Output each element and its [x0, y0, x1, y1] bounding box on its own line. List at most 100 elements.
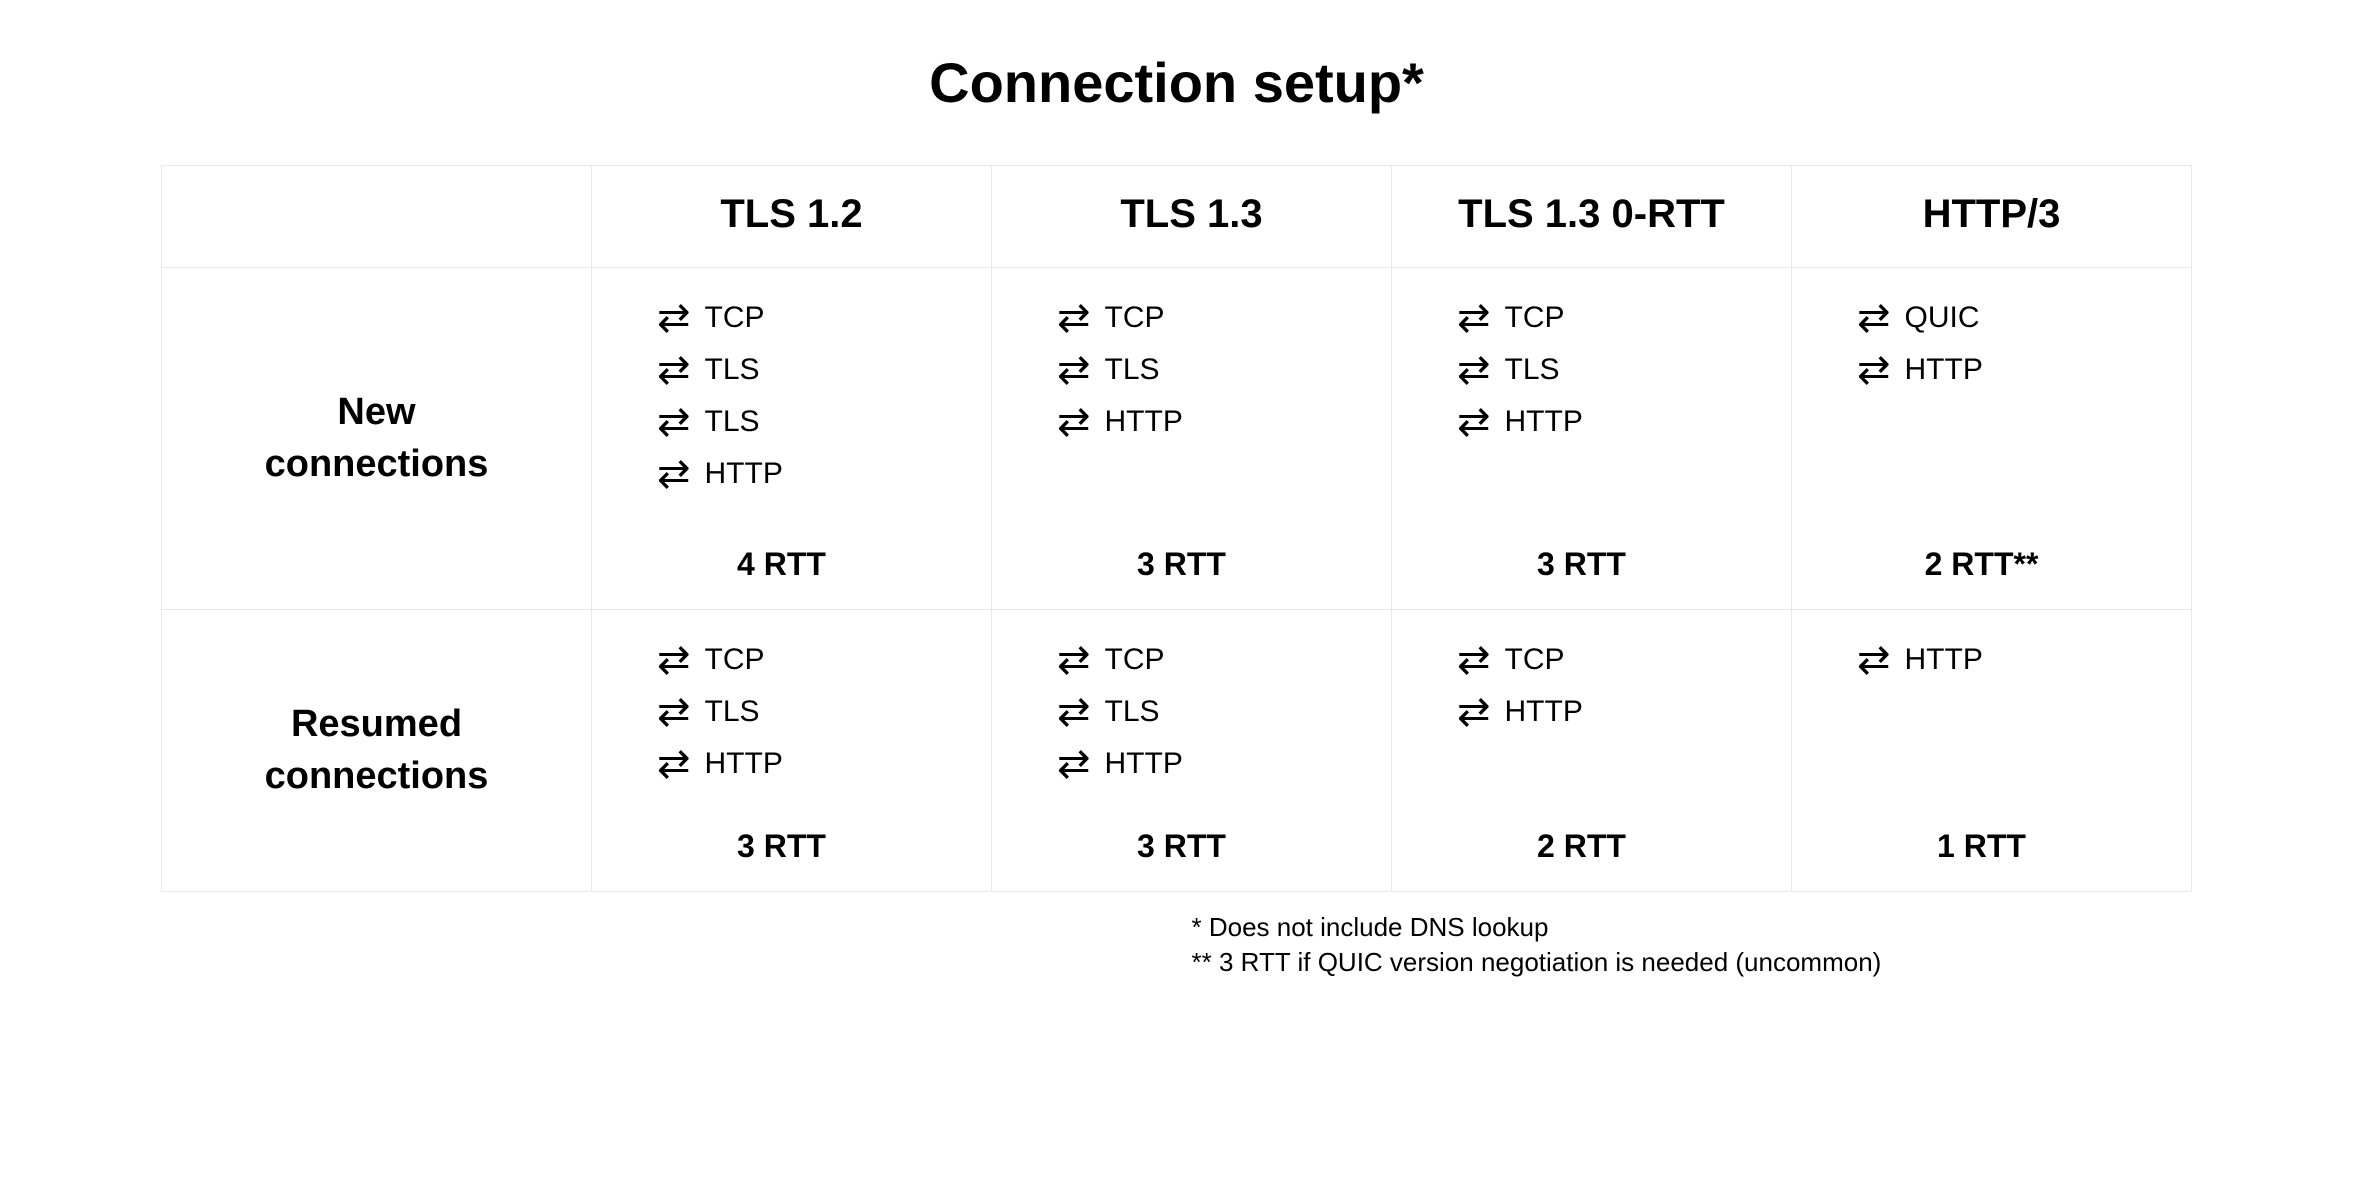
bidir-arrows-icon: ⇄	[1457, 298, 1491, 338]
header-empty	[162, 166, 592, 268]
bidir-arrows-icon: ⇄	[657, 454, 691, 494]
cell-resumed-tls13-0rtt: ⇄TCP ⇄ HTTP 2 RTT	[1392, 610, 1792, 892]
rtt-resumed-tls13: 3 RTT	[992, 828, 1371, 865]
rtt-resumed-tls12: 3 RTT	[592, 828, 971, 865]
step-label: HTTP	[1905, 643, 1983, 677]
rowheader-resumed: Resumed connections	[162, 610, 592, 892]
step: ⇄ HTTP	[657, 744, 981, 784]
bidir-arrows-icon: ⇄	[657, 298, 691, 338]
step-label: TLS	[1105, 695, 1160, 729]
step: ⇄ TCP	[1457, 298, 1781, 338]
cell-new-tls13: ⇄ TCP ⇄ TLS ⇄ HTTP 3 RTT	[992, 268, 1392, 610]
rtt-resumed-tls13-0rtt: 2 RTT	[1392, 828, 1771, 865]
step-label: HTTP	[1505, 695, 1583, 729]
row-resumed-connections: Resumed connections ⇄ TCP ⇄ TLS ⇄ HTTP 3 RT…	[162, 610, 2192, 892]
header-tls13: TLS 1.3	[992, 166, 1392, 268]
header-tls12: TLS 1.2	[592, 166, 992, 268]
step: ⇄ TLS	[1057, 350, 1381, 390]
step: ⇄ HTTP	[1457, 692, 1781, 732]
bidir-arrows-icon: ⇄	[1857, 640, 1891, 680]
bidir-arrows-icon: ⇄	[1057, 692, 1091, 732]
cell-resumed-tls13: ⇄ TCP ⇄ TLS ⇄ HTTP 3 RTT	[992, 610, 1392, 892]
bidir-arrows-icon: ⇄	[1057, 402, 1091, 442]
step-label: HTTP	[705, 457, 783, 491]
step-label: TCP	[1105, 643, 1165, 677]
step: ⇄ TCP	[1057, 298, 1381, 338]
rowheader-resumed-line2: connections	[265, 755, 489, 797]
rtt-new-tls13: 3 RTT	[992, 546, 1371, 583]
rtt-new-tls13-0rtt: 3 RTT	[1392, 546, 1771, 583]
step: ⇄ TCP	[657, 640, 981, 680]
bidir-arrows-icon: ⇄	[1457, 692, 1491, 732]
diagram-title: Connection setup*	[0, 50, 2353, 115]
step: ⇄TLS	[657, 692, 981, 732]
rowheader-new-line1: New	[337, 391, 415, 433]
footnote-1: * Does not include DNS lookup	[1192, 910, 2192, 945]
step: ⇄ HTTP	[657, 454, 981, 494]
bidir-arrows-icon: ⇄	[1057, 744, 1091, 784]
bidir-arrows-icon: ⇄	[657, 744, 691, 784]
step-label: TLS	[705, 353, 760, 387]
step-label: TLS	[705, 695, 760, 729]
diagram-container: Connection setup* TLS 1.2 TLS 1.3 TLS 1.…	[0, 0, 2353, 980]
step-label: HTTP	[1105, 747, 1183, 781]
footnote-2: ** 3 RTT if QUIC version negotiation is …	[1192, 945, 2192, 980]
step: ⇄ HTTP	[1057, 402, 1381, 442]
step-label: TCP	[705, 643, 765, 677]
rtt-new-tls12: 4 RTT	[592, 546, 971, 583]
steps-new-http3: ⇄ QUIC ⇄ HTTP	[1857, 298, 2181, 518]
step-label: TCP	[1105, 301, 1165, 335]
step-label: QUIC	[1905, 301, 1980, 335]
step-label: TCP	[705, 301, 765, 335]
cell-resumed-tls12: ⇄ TCP ⇄TLS ⇄ HTTP 3 RTT	[592, 610, 992, 892]
step: ⇄ TLS	[657, 402, 981, 442]
step: ⇄ HTTP	[1857, 640, 2181, 680]
row-new-connections: New connections ⇄ TCP ⇄ TLS ⇄ TLS ⇄ HTTP 4 R…	[162, 268, 2192, 610]
bidir-arrows-icon: ⇄	[1057, 640, 1091, 680]
cell-new-tls12: ⇄ TCP ⇄ TLS ⇄ TLS ⇄ HTTP 4 RTT	[592, 268, 992, 610]
step: ⇄ TLS	[1057, 692, 1381, 732]
bidir-arrows-icon: ⇄	[1057, 298, 1091, 338]
steps-resumed-tls12: ⇄ TCP ⇄TLS ⇄ HTTP	[657, 640, 981, 800]
step-label: HTTP	[1105, 405, 1183, 439]
rtt-resumed-http3: 1 RTT	[1792, 828, 2171, 865]
cell-new-tls13-0rtt: ⇄ TCP ⇄ TLS ⇄ HTTP 3 RTT	[1392, 268, 1792, 610]
step-label: HTTP	[1905, 353, 1983, 387]
step: ⇄ TCP	[1057, 640, 1381, 680]
bidir-arrows-icon: ⇄	[657, 350, 691, 390]
step-label: TLS	[1505, 353, 1560, 387]
step: ⇄ TLS	[1457, 350, 1781, 390]
bidir-arrows-icon: ⇄	[1857, 350, 1891, 390]
steps-resumed-tls13-0rtt: ⇄TCP ⇄ HTTP	[1457, 640, 1781, 800]
bidir-arrows-icon: ⇄	[657, 402, 691, 442]
steps-resumed-tls13: ⇄ TCP ⇄ TLS ⇄ HTTP	[1057, 640, 1381, 800]
step-label: TLS	[705, 405, 760, 439]
step-label: TLS	[1105, 353, 1160, 387]
cell-resumed-http3: ⇄ HTTP 1 RTT	[1792, 610, 2192, 892]
steps-new-tls12: ⇄ TCP ⇄ TLS ⇄ TLS ⇄ HTTP	[657, 298, 981, 518]
rowheader-new-line2: connections	[265, 443, 489, 485]
step-label: HTTP	[705, 747, 783, 781]
header-http3: HTTP/3	[1792, 166, 2192, 268]
bidir-arrows-icon: ⇄	[1857, 298, 1891, 338]
bidir-arrows-icon: ⇄	[657, 640, 691, 680]
table-header-row: TLS 1.2 TLS 1.3 TLS 1.3 0-RTT HTTP/3	[162, 166, 2192, 268]
rtt-new-http3: 2 RTT**	[1792, 546, 2171, 583]
step-label: HTTP	[1505, 405, 1583, 439]
bidir-arrows-icon: ⇄	[1057, 350, 1091, 390]
steps-resumed-http3: ⇄ HTTP	[1857, 640, 2181, 800]
bidir-arrows-icon: ⇄	[1457, 350, 1491, 390]
step-label: TCP	[1505, 301, 1565, 335]
rowheader-new: New connections	[162, 268, 592, 610]
step: ⇄ TLS	[657, 350, 981, 390]
step: ⇄ HTTP	[1057, 744, 1381, 784]
step: ⇄ HTTP	[1457, 402, 1781, 442]
connection-table: TLS 1.2 TLS 1.3 TLS 1.3 0-RTT HTTP/3 New…	[161, 165, 2192, 892]
bidir-arrows-icon: ⇄	[1457, 402, 1491, 442]
step: ⇄TCP	[1457, 640, 1781, 680]
step: ⇄ HTTP	[1857, 350, 2181, 390]
footnotes: * Does not include DNS lookup ** 3 RTT i…	[162, 910, 2192, 980]
steps-new-tls13: ⇄ TCP ⇄ TLS ⇄ HTTP	[1057, 298, 1381, 518]
bidir-arrows-icon: ⇄	[1457, 640, 1491, 680]
step: ⇄ QUIC	[1857, 298, 2181, 338]
